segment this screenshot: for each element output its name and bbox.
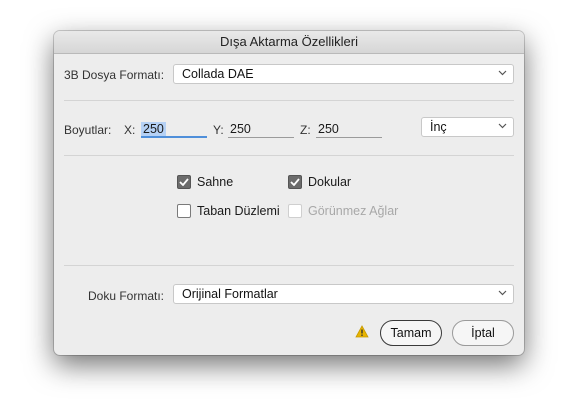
unit-select[interactable]: İnç xyxy=(421,117,514,137)
textures-label: Dokular xyxy=(308,175,352,189)
invisible-meshes-label: Görünmez Ağlar xyxy=(308,204,399,218)
chevron-down-icon xyxy=(498,118,507,136)
unit-value: İnç xyxy=(430,120,447,134)
z-value: 250 xyxy=(318,122,339,136)
chevron-down-icon xyxy=(498,285,507,303)
texture-format-value: Orijinal Formatlar xyxy=(182,287,278,301)
chevron-down-icon xyxy=(498,65,507,83)
checkbox-box xyxy=(177,204,191,218)
x-input[interactable]: 250 xyxy=(141,120,207,138)
y-value: 250 xyxy=(230,122,251,136)
texture-format-select[interactable]: Orijinal Formatlar xyxy=(173,284,514,304)
z-label: Z: xyxy=(300,123,311,137)
z-input[interactable]: 250 xyxy=(316,120,382,138)
separator xyxy=(64,155,514,156)
separator xyxy=(64,100,514,101)
invisible-meshes-checkbox: Görünmez Ağlar xyxy=(288,202,398,220)
textures-checkbox[interactable]: Dokular xyxy=(288,173,351,191)
dialog-title: Dışa Aktarma Özellikleri xyxy=(54,31,524,54)
check-icon xyxy=(177,175,191,189)
scene-checkbox[interactable]: Sahne xyxy=(177,173,233,191)
ok-button[interactable]: Tamam xyxy=(380,320,442,346)
checkbox-box xyxy=(288,204,302,218)
warning-icon xyxy=(355,325,369,338)
cancel-button[interactable]: İptal xyxy=(452,320,514,346)
ground-plane-checkbox[interactable]: Taban Düzlemi xyxy=(177,202,280,220)
check-icon xyxy=(288,175,302,189)
x-label: X: xyxy=(124,123,136,137)
texture-format-label: Doku Formatı: xyxy=(88,289,165,303)
scene-label: Sahne xyxy=(197,175,234,189)
ground-plane-label: Taban Düzlemi xyxy=(197,204,280,218)
separator xyxy=(64,265,514,266)
export-properties-dialog: Dışa Aktarma Özellikleri 3B Dosya Format… xyxy=(54,31,524,355)
format-select[interactable]: Collada DAE xyxy=(173,64,514,84)
dimensions-label: Boyutlar: xyxy=(64,123,112,137)
y-label: Y: xyxy=(213,123,224,137)
format-value: Collada DAE xyxy=(182,67,254,81)
y-input[interactable]: 250 xyxy=(228,120,294,138)
x-value: 250 xyxy=(141,122,166,136)
format-label: 3B Dosya Formatı: xyxy=(64,68,165,82)
